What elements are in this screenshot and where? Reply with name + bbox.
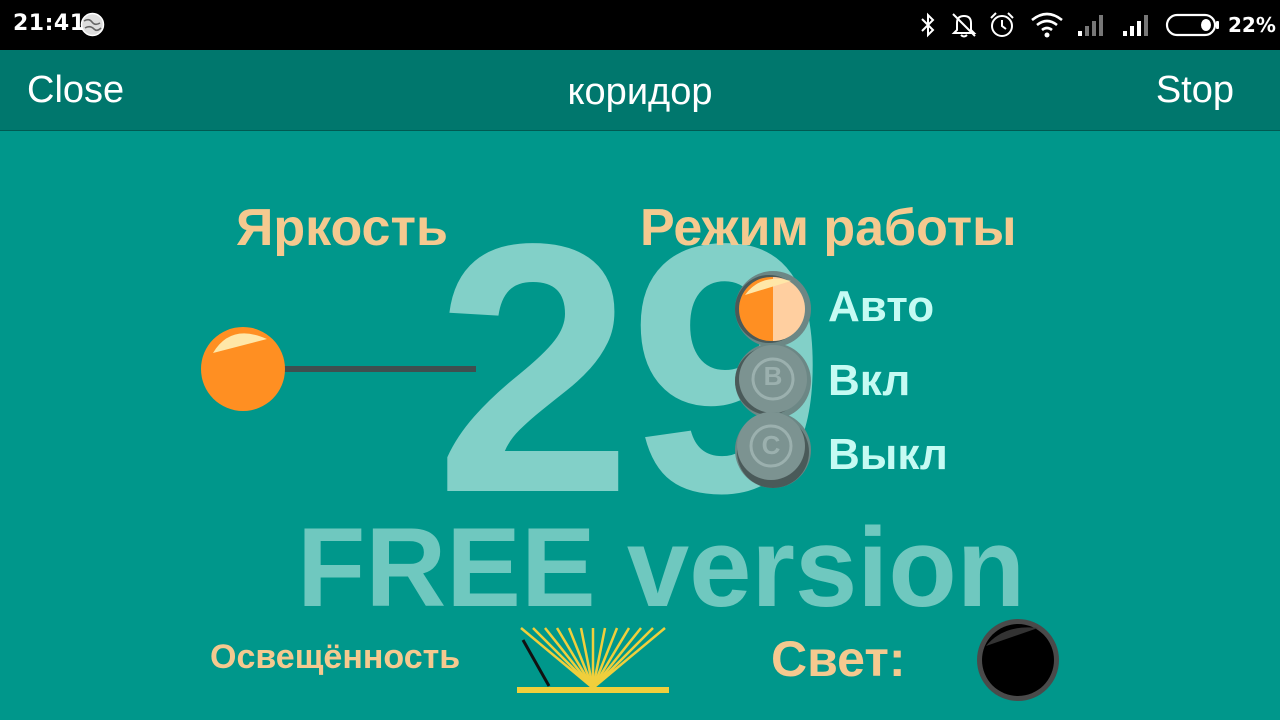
signal-1-icon xyxy=(1078,15,1103,36)
status-time: 21:41 xyxy=(13,11,86,36)
mode-radio-off-badge: C xyxy=(761,430,781,460)
alarm-clock-icon xyxy=(990,12,1014,37)
battery-percent: 22% xyxy=(1228,13,1276,37)
page-title: коридор xyxy=(567,71,713,113)
status-bar: 21:41 22% xyxy=(0,0,1280,50)
mode-radio-auto[interactable] xyxy=(733,269,813,349)
illumination-gauge xyxy=(517,627,669,693)
wifi-icon xyxy=(1031,12,1063,38)
bluetooth-icon xyxy=(921,12,935,38)
signal-2-icon xyxy=(1123,15,1148,36)
app-bar: коридор Close Stop xyxy=(0,50,1280,131)
free-version-watermark: FREE version xyxy=(297,505,1026,630)
brightness-label: Яркость xyxy=(236,199,448,257)
globe-icon xyxy=(80,12,105,37)
light-status-indicator xyxy=(977,619,1059,701)
stop-button[interactable]: Stop xyxy=(1156,69,1234,112)
alarm-off-icon xyxy=(951,13,977,38)
mode-radio-on-badge: B xyxy=(763,361,783,391)
illumination-label: Освещённость xyxy=(210,638,461,676)
mode-option-off-label: Выкл xyxy=(828,430,948,479)
light-label: Свет: xyxy=(771,631,906,687)
mode-option-on-label: Вкл xyxy=(828,356,911,405)
mode-option-auto-label: Авто xyxy=(828,282,935,331)
brightness-slider-thumb[interactable] xyxy=(201,327,285,411)
mode-label: Режим работы xyxy=(640,199,1017,257)
close-button[interactable]: Close xyxy=(27,69,124,112)
battery-icon xyxy=(1165,13,1219,37)
